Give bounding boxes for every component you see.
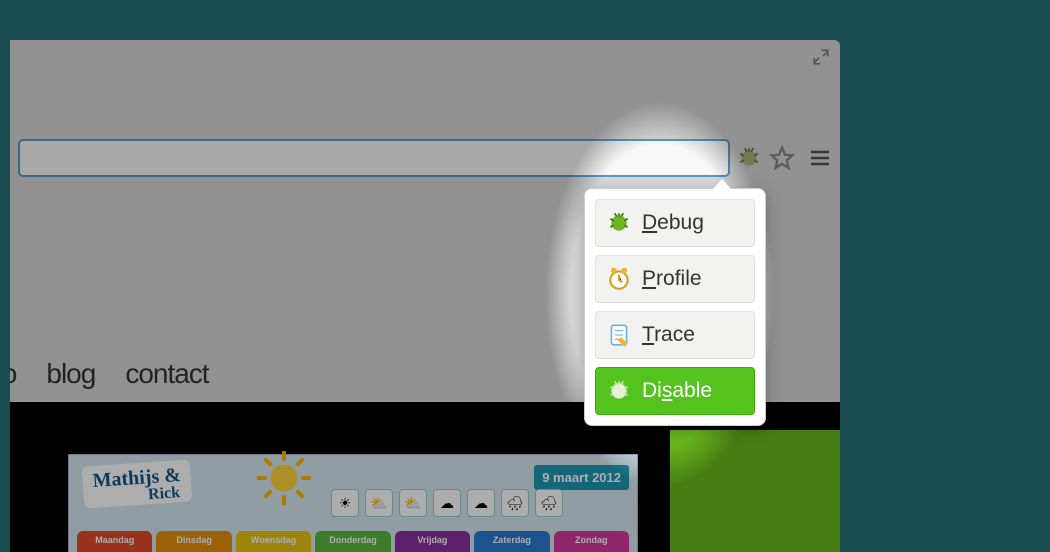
day-tab[interactable]: Donderdag⚙ bbox=[315, 531, 390, 552]
clock-icon bbox=[606, 266, 632, 292]
bookmark-star-icon[interactable] bbox=[768, 144, 796, 172]
address-bar-actions bbox=[736, 144, 832, 172]
fullscreen-icon[interactable] bbox=[812, 48, 830, 66]
nav-link-contact[interactable]: contact bbox=[125, 358, 208, 390]
weather-icon: 🌧 bbox=[501, 489, 529, 517]
date-badge: 9 maart 2012 bbox=[534, 465, 629, 490]
weather-icon: ☁ bbox=[433, 489, 461, 517]
day-tab[interactable]: Zondag⚙ bbox=[554, 531, 629, 552]
popover-item-label: Debug bbox=[642, 211, 704, 235]
day-tab-label: Maandag bbox=[95, 535, 134, 545]
browser-window: folio blog contact Mathijs & Rick 9 maar… bbox=[10, 40, 840, 552]
weather-icons: ☀⛅⛅☁☁🌧🌧 bbox=[331, 489, 563, 517]
widget-header: Mathijs & Rick 9 maart 2012 ☀⛅⛅☁☁🌧🌧 bbox=[69, 455, 637, 515]
popover-item-trace[interactable]: Trace bbox=[595, 311, 755, 359]
extension-bug-icon[interactable] bbox=[736, 145, 762, 171]
weather-icon: ☀ bbox=[331, 489, 359, 517]
popover-item-label: Trace bbox=[642, 323, 695, 347]
address-bar[interactable] bbox=[18, 139, 730, 177]
popover-item-label: Disable bbox=[642, 379, 712, 403]
day-tab-label: Vrijdag bbox=[417, 535, 447, 545]
day-tab-label: Zaterdag bbox=[493, 535, 531, 545]
day-tab[interactable]: Vrijdag⚙ bbox=[395, 531, 470, 552]
day-tab[interactable]: Zaterdag⚙ bbox=[474, 531, 549, 552]
site-nav: folio blog contact bbox=[10, 358, 209, 390]
doc-icon bbox=[606, 322, 632, 348]
weather-icon: 🌧 bbox=[535, 489, 563, 517]
green-panel bbox=[670, 430, 840, 552]
hamburger-menu-icon[interactable] bbox=[808, 146, 832, 170]
weather-icon: ⛅ bbox=[399, 489, 427, 517]
bug-icon bbox=[606, 210, 632, 236]
day-tab-label: Donderdag bbox=[329, 535, 377, 545]
weather-icon: ⛅ bbox=[365, 489, 393, 517]
window-controls bbox=[812, 48, 830, 66]
nav-link-blog[interactable]: blog bbox=[46, 358, 95, 390]
day-tabs: Maandag⚙Dinsdag⚙Woensdag⚙Donderdag⚙Vrijd… bbox=[77, 531, 629, 552]
calendar-widget: Mathijs & Rick 9 maart 2012 ☀⛅⛅☁☁🌧🌧 Maan… bbox=[68, 454, 638, 552]
day-tab-label: Dinsdag bbox=[176, 535, 212, 545]
weather-icon: ☁ bbox=[467, 489, 495, 517]
widget-title: Mathijs & Rick bbox=[82, 459, 193, 509]
day-tab[interactable]: Dinsdag⚙ bbox=[156, 531, 231, 552]
popover-item-label: Profile bbox=[642, 267, 702, 291]
address-bar-row bbox=[10, 134, 840, 182]
popover-item-disable[interactable]: Disable bbox=[595, 367, 755, 415]
popover-item-debug[interactable]: Debug bbox=[595, 199, 755, 247]
day-tab-label: Woensdag bbox=[251, 535, 296, 545]
extension-popover: Debug Profile Trace Disable bbox=[584, 188, 766, 426]
popover-item-profile[interactable]: Profile bbox=[595, 255, 755, 303]
day-tab-label: Zondag bbox=[575, 535, 608, 545]
day-tab[interactable]: Maandag⚙ bbox=[77, 531, 152, 552]
day-tab[interactable]: Woensdag⚙ bbox=[236, 531, 311, 552]
sun-icon bbox=[255, 449, 313, 507]
bug-off-icon bbox=[606, 378, 632, 404]
nav-link-folio[interactable]: folio bbox=[10, 358, 16, 390]
